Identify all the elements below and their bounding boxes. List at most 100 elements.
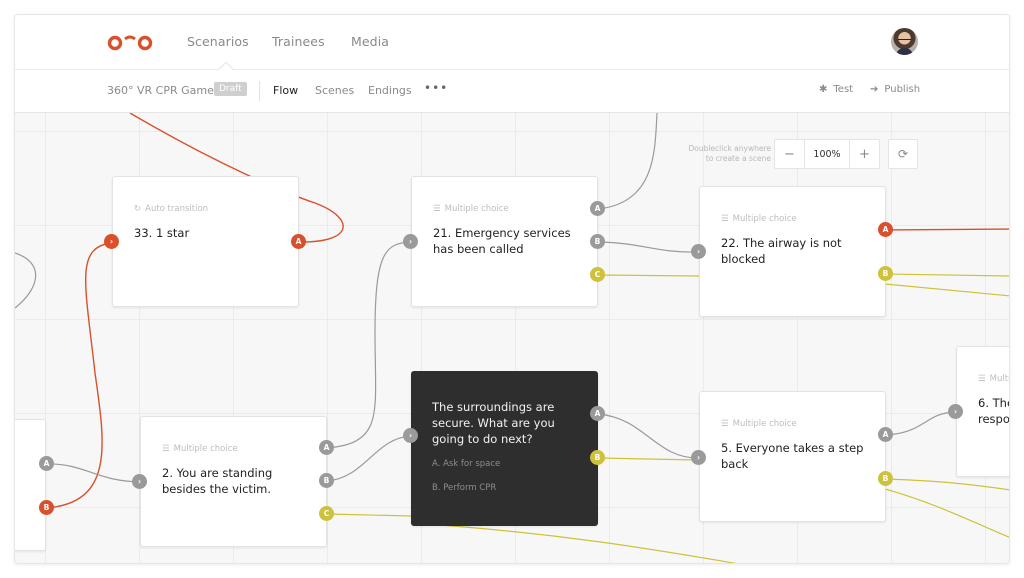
nav-media[interactable]: Media: [351, 34, 389, 49]
avatar-body: [896, 48, 913, 55]
port-a[interactable]: A: [39, 456, 54, 471]
tab-scenes[interactable]: Scenes: [315, 84, 354, 97]
title-line: besides the victim.: [162, 481, 272, 497]
title-line: 22. The airway is not: [721, 235, 842, 251]
entry-port[interactable]: ›: [403, 428, 418, 443]
nav-trainees[interactable]: Trainees: [272, 34, 325, 49]
title-line: going to do next?: [432, 431, 572, 447]
list-icon: ☰: [978, 374, 986, 384]
connection-wire: [327, 436, 411, 481]
node-title: 22. The airway is not blocked: [721, 235, 842, 267]
node-type: ☰ Multiple choice: [433, 204, 509, 214]
zoom-in-button[interactable]: +: [850, 140, 879, 168]
port-b[interactable]: B: [319, 473, 334, 488]
zoom-control: − 100% +: [774, 139, 880, 169]
node-title: 21. Emergency services has been called: [433, 225, 571, 257]
zoom-level: 100%: [804, 140, 850, 168]
node-type: ☰ Multiple choice: [721, 214, 797, 224]
connection-wire: [411, 523, 745, 564]
entry-port[interactable]: ›: [948, 404, 963, 419]
node-type-label: Multiple choice: [445, 204, 509, 214]
entry-port[interactable]: ›: [132, 474, 147, 489]
entry-port[interactable]: ›: [104, 234, 119, 249]
connection-wire: [327, 242, 411, 448]
connection-wire: [15, 253, 36, 308]
port-a[interactable]: A: [590, 201, 605, 216]
port-c[interactable]: C: [590, 267, 605, 282]
title-line: secure. What are you: [432, 415, 572, 431]
connection-wire: [598, 458, 698, 460]
bug-icon: ✱: [819, 84, 827, 95]
list-icon: ☰: [721, 419, 729, 429]
test-button[interactable]: ✱ Test: [819, 84, 853, 95]
port-a[interactable]: A: [878, 427, 893, 442]
top-navigation: Scenarios Trainees Media: [15, 15, 1009, 70]
title-line: The surroundings are: [432, 399, 572, 415]
node-title: 6. The respo: [978, 395, 1010, 427]
connection-wire: [327, 514, 411, 516]
divider: [259, 81, 260, 101]
title-line: 6. The: [978, 395, 1010, 411]
node-type-label: Multi: [990, 374, 1010, 384]
project-name: 360° VR CPR Game: [107, 84, 214, 97]
scene-node[interactable]: ☰ Multi 6. The respo: [956, 346, 1010, 477]
more-menu-button[interactable]: •••: [424, 81, 448, 95]
port-c[interactable]: C: [319, 506, 334, 521]
port-a[interactable]: A: [878, 222, 893, 237]
port-b[interactable]: B: [590, 234, 605, 249]
port-a[interactable]: A: [291, 234, 306, 249]
connection-wire: [885, 489, 1010, 538]
oro-logo[interactable]: [107, 33, 153, 51]
connection-wire: [598, 275, 699, 276]
flow-canvas[interactable]: Doubleclick anywhere to create a scene −…: [15, 113, 1009, 564]
node-type-label: Auto transition: [145, 204, 208, 214]
scene-node[interactable]: [14, 419, 46, 551]
scene-node[interactable]: ↻ Auto transition 33. 1 star: [112, 176, 299, 307]
option-b: B. Perform CPR: [432, 483, 496, 493]
entry-port[interactable]: ›: [691, 244, 706, 259]
node-type-label: Multiple choice: [174, 444, 238, 454]
entry-port[interactable]: ›: [403, 234, 418, 249]
canvas-hint: Doubleclick anywhere to create a scene: [661, 144, 771, 164]
scene-node[interactable]: ☰Multiple choice 5. Everyone takes a ste…: [699, 391, 886, 522]
port-a[interactable]: A: [319, 440, 334, 455]
list-icon: ☰: [721, 214, 729, 224]
connection-wire: [46, 464, 140, 482]
tab-endings[interactable]: Endings: [368, 84, 412, 97]
scene-node-selected[interactable]: The surroundings are secure. What are yo…: [411, 371, 598, 526]
title-line: respo: [978, 411, 1010, 427]
publish-button[interactable]: ➔Publish: [870, 84, 920, 95]
port-b[interactable]: B: [39, 500, 54, 515]
list-icon: ☰: [162, 444, 170, 454]
port-b[interactable]: B: [878, 471, 893, 486]
connection-wire: [885, 479, 1010, 490]
scene-node[interactable]: ☰ Multiple choice 2. You are standing bes…: [140, 416, 327, 547]
node-type: ↻ Auto transition: [134, 204, 208, 214]
node-title: 2. You are standing besides the victim.: [162, 465, 272, 497]
title-line: 21. Emergency services: [433, 225, 571, 241]
node-type-label: Multiple choice: [733, 214, 797, 224]
project-toolbar: 360° VR CPR Game Draft Flow Scenes Endin…: [15, 70, 1009, 113]
port-a[interactable]: A: [590, 406, 605, 421]
scene-node[interactable]: ☰ Multiple choice 21. Emergency services …: [411, 176, 598, 307]
zoom-out-button[interactable]: −: [775, 140, 804, 168]
port-b[interactable]: B: [878, 266, 893, 281]
list-icon: ☰: [433, 204, 441, 214]
arrow-right-icon: ➔: [870, 84, 878, 95]
node-title: 33. 1 star: [134, 225, 189, 241]
port-b[interactable]: B: [590, 450, 605, 465]
option-a: A. Ask for space: [432, 459, 500, 469]
auto-transition-icon: ↻: [134, 204, 141, 214]
refresh-icon[interactable]: ⟳: [888, 139, 918, 169]
title-line: back: [721, 456, 863, 472]
title-line: has been called: [433, 241, 571, 257]
test-label: Test: [833, 84, 853, 95]
connection-wire: [598, 242, 698, 252]
user-avatar[interactable]: [891, 28, 918, 55]
title-line: blocked: [721, 251, 842, 267]
node-type: ☰ Multi: [978, 374, 1010, 384]
tab-flow[interactable]: Flow: [273, 84, 298, 97]
scene-node[interactable]: ☰ Multiple choice 22. The airway is not b…: [699, 186, 886, 317]
nav-scenarios[interactable]: Scenarios: [187, 34, 249, 49]
entry-port[interactable]: ›: [691, 450, 706, 465]
